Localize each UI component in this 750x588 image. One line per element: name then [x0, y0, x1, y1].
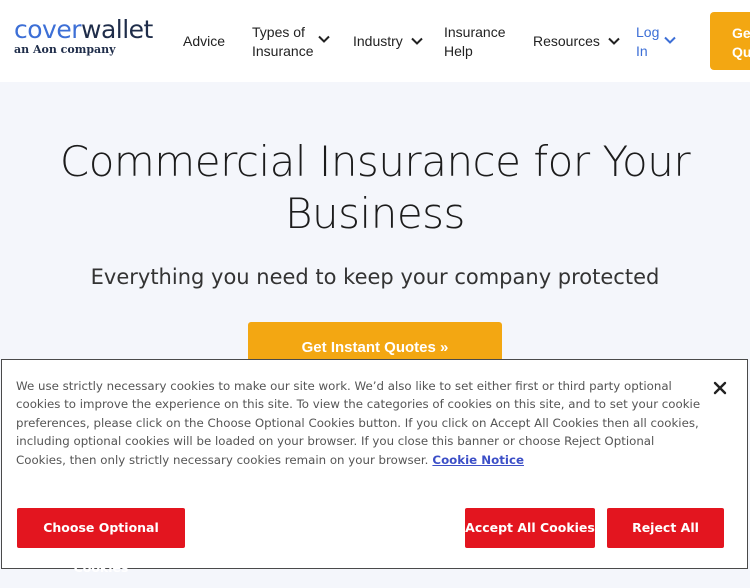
nav-types-label-line2: Insurance: [252, 43, 314, 59]
accept-all-cookies-button[interactable]: Accept All Cookies: [465, 508, 595, 548]
site-header: coverwallet an Aon company Advice Types …: [0, 0, 750, 82]
page-title: Commercial Insurance for Your Business: [40, 136, 710, 240]
chevron-down-icon: [664, 36, 676, 44]
nav-log-in[interactable]: Log In: [636, 23, 676, 61]
nav-resources-label: Resources: [533, 33, 600, 49]
coverwallet-logo[interactable]: coverwallet an Aon company: [14, 16, 153, 57]
page-title-line1: Commercial Insurance for Your: [59, 137, 691, 186]
logo-wordmark: coverwallet: [14, 16, 153, 44]
hero-subtitle: Everything you need to keep your company…: [90, 265, 660, 289]
nav-types-of-insurance[interactable]: Types of Insurance: [252, 23, 330, 61]
cookie-banner-text: We use strictly necessary cookies to mak…: [16, 377, 706, 469]
nav-login-label-line2: In: [636, 43, 648, 59]
logo-cover-text: cover: [14, 15, 82, 44]
chevron-down-icon: [410, 37, 423, 45]
logo-wallet-text: wallet: [81, 15, 153, 44]
get-quotes-header-line1: Get: [732, 25, 750, 41]
cookie-description: We use strictly necessary cookies to mak…: [16, 379, 701, 467]
cookie-notice-link[interactable]: Cookie Notice: [432, 453, 524, 467]
nav-industry[interactable]: Industry: [353, 32, 425, 51]
close-icon[interactable]: [712, 380, 728, 396]
nav-help-label-line2: Help: [444, 43, 473, 59]
nav-login-label-line1: Log: [636, 24, 660, 40]
choose-optional-cookies-button[interactable]: Choose Optional Cookies: [17, 508, 185, 575]
nav-types-label-line1: Types of: [252, 24, 305, 40]
reject-all-button[interactable]: Reject All: [607, 508, 724, 548]
page-title-line2: Business: [285, 189, 465, 238]
nav-industry-label: Industry: [353, 33, 403, 49]
nav-advice[interactable]: Advice: [183, 32, 225, 51]
chevron-down-icon: [608, 37, 620, 45]
nav-resources[interactable]: Resources: [533, 32, 622, 51]
logo-tagline: an Aon company: [14, 43, 116, 56]
get-quotes-header-button[interactable]: Get Quo: [710, 12, 750, 70]
get-quotes-header-line2: Quo: [732, 44, 750, 60]
cookie-banner: We use strictly necessary cookies to mak…: [1, 359, 748, 575]
chevron-down-icon: [318, 35, 330, 43]
nav-help-label-line1: Insurance: [444, 24, 506, 40]
nav-insurance-help[interactable]: Insurance Help: [444, 23, 505, 61]
